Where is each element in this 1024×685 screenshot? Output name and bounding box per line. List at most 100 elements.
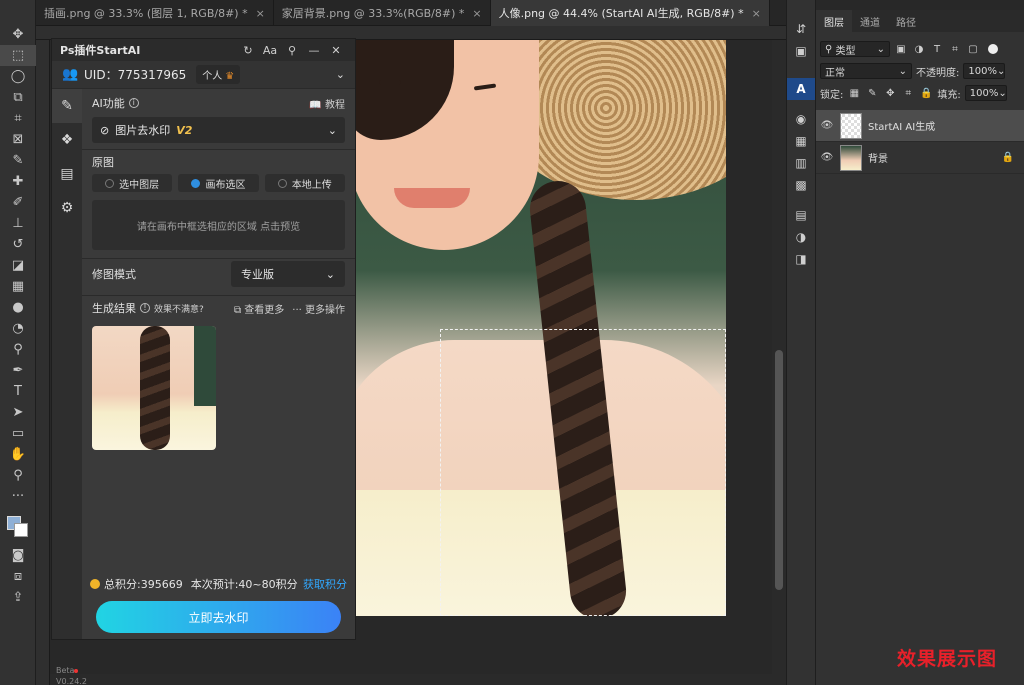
tab-paths[interactable]: 路径 [888, 10, 924, 32]
share-icon[interactable]: ⇪ [0, 587, 36, 608]
account-row[interactable]: 👥 UID：775317965 个人 ♛ ⌄ [52, 61, 355, 89]
horizontal-scrollbar[interactable] [50, 674, 772, 685]
pin-icon[interactable]: ⚲ [281, 44, 303, 57]
radio-local-upload[interactable]: 本地上传 [264, 174, 345, 192]
view-more-link[interactable]: ⧉ 查看更多 [234, 301, 284, 316]
filter-adjustment-icon[interactable]: ◑ [912, 44, 926, 55]
background-color-swatch[interactable] [14, 523, 28, 537]
marquee-selection[interactable] [440, 329, 726, 616]
feature-dropdown[interactable]: ⊘ 图片去水印 V2 ⌄ [92, 117, 345, 143]
lock-label: 锁定: [820, 89, 844, 101]
refresh-icon[interactable]: ↻ [237, 44, 259, 57]
layer-background[interactable]: 👁 背景 🔒 [816, 142, 1024, 174]
result-thumbnail[interactable] [92, 326, 216, 450]
more-tools-icon[interactable]: ··· [0, 486, 36, 507]
chevron-down-icon[interactable]: ⌄ [336, 68, 345, 81]
remove-watermark-button[interactable]: 立即去水印 [96, 601, 341, 633]
filter-smart-object-icon[interactable]: ▢ [966, 44, 980, 55]
lock-position-icon[interactable]: ✥ [883, 88, 897, 99]
properties-icon[interactable]: ◨ [787, 248, 815, 270]
libraries-icon[interactable]: ▤ [787, 204, 815, 226]
tools-panel: ✥ ⬚ ◯ ⧉ ⌗ ⊠ ✎ ✚ ✐ ⊥ ↺ ◪ ▦ ● ◔ ⚲ ✒ T ➤ ▭ … [0, 0, 36, 685]
layers-icon[interactable]: ❖ [52, 123, 82, 157]
swatches-icon[interactable]: ▦ [787, 130, 815, 152]
preview-area[interactable]: 请在画布中框选相应的区域 点击预览 [92, 200, 345, 250]
close-icon[interactable]: × [752, 7, 761, 20]
tab-home-background[interactable]: 家居背景.png @ 33.3%(RGB/8#) * × [274, 0, 491, 26]
close-icon[interactable]: × [256, 7, 265, 20]
gradients-icon[interactable]: ▥ [787, 152, 815, 174]
healing-brush-tool-icon[interactable]: ✚ [0, 171, 36, 192]
path-select-tool-icon[interactable]: ➤ [0, 402, 36, 423]
lock-transparent-icon[interactable]: ▦ [847, 88, 861, 99]
object-select-tool-icon[interactable]: ⧉ [0, 87, 36, 108]
lock-artboard-icon[interactable]: ⌗ [901, 88, 915, 99]
tab-channels[interactable]: 通道 [852, 10, 888, 32]
radio-selected-layer[interactable]: 选中图层 [92, 174, 173, 192]
color-palette-icon[interactable]: ◉ [787, 108, 815, 130]
filter-shape-icon[interactable]: ⌗ [948, 44, 962, 55]
frame-tool-icon[interactable]: ⊠ [0, 129, 36, 150]
adjustments-icon[interactable]: ◑ [787, 226, 815, 248]
eyedropper-tool-icon[interactable]: ✎ [0, 150, 36, 171]
gear-icon[interactable]: ⚙ [52, 191, 82, 225]
dodge-tool-icon[interactable]: ◔ [0, 318, 36, 339]
chevron-down-icon: ⌄ [998, 87, 1007, 99]
vertical-scrollbar[interactable] [772, 40, 786, 685]
font-icon[interactable]: Aa [259, 44, 281, 57]
smudge-tool-icon[interactable]: ⚲ [0, 339, 36, 360]
screen-mode-icon[interactable]: ⧈ [0, 566, 36, 587]
fill-input[interactable]: 100% ⌄ [964, 85, 1007, 101]
brush-tool-icon[interactable]: ✐ [0, 192, 36, 213]
document-icon[interactable]: ▤ [52, 157, 82, 191]
quick-mask-icon[interactable]: ◙ [0, 545, 36, 566]
startai-plugin-icon[interactable]: A [787, 78, 815, 100]
gradient-tool-icon[interactable]: ▦ [0, 276, 36, 297]
eye-icon[interactable]: 👁 [820, 120, 834, 131]
radio-canvas-selection[interactable]: 画布选区 [178, 174, 259, 192]
tab-illustration[interactable]: 插画.png @ 33.3% (图层 1, RGB/8#) * × [36, 0, 274, 26]
blend-mode-select[interactable]: 正常 ⌄ [820, 63, 912, 79]
history-icon[interactable]: ⇵ [787, 18, 815, 40]
hand-tool-icon[interactable]: ✋ [0, 444, 36, 465]
opacity-input[interactable]: 100% ⌄ [963, 63, 1006, 79]
pen-tool-icon[interactable]: ✒ [0, 360, 36, 381]
history-brush-tool-icon[interactable]: ↺ [0, 234, 36, 255]
rectangle-tool-icon[interactable]: ▭ [0, 423, 36, 444]
layer-thumbnail [840, 112, 862, 139]
lasso-tool-icon[interactable]: ◯ [0, 66, 36, 87]
type-tool-icon[interactable]: T [0, 381, 36, 402]
lock-all-icon[interactable]: 🔒 [919, 88, 933, 99]
scrollbar-thumb[interactable] [775, 350, 783, 590]
uid-label: UID：775317965 [84, 68, 187, 82]
eraser-tool-icon[interactable]: ◪ [0, 255, 36, 276]
filter-type-icon[interactable]: T [930, 44, 944, 55]
mode-dropdown[interactable]: 专业版 ⌄ [231, 261, 345, 287]
move-tool-icon[interactable]: ✥ [0, 24, 36, 45]
more-actions-link[interactable]: ··· 更多操作 [292, 301, 345, 316]
patterns-icon[interactable]: ▩ [787, 174, 815, 196]
tab-layers[interactable]: 图层 [816, 10, 852, 32]
filter-pixel-icon[interactable]: ▣ [894, 44, 908, 55]
stamp-tool-icon[interactable]: ⊥ [0, 213, 36, 234]
comment-icon[interactable]: ▣ [787, 40, 815, 62]
blur-tool-icon[interactable]: ● [0, 297, 36, 318]
feedback-link[interactable]: 效果不满意? [154, 302, 204, 315]
info-icon[interactable]: ! [140, 303, 150, 313]
layer-startai[interactable]: 👁 StartAI AI生成 [816, 110, 1024, 142]
tab-portrait[interactable]: 人像.png @ 44.4% (StartAI AI生成, RGB/8#) * … [490, 0, 770, 26]
tutorial-link[interactable]: 📖 教程 [309, 96, 345, 111]
info-icon[interactable]: i [128, 98, 139, 108]
close-icon[interactable]: × [472, 7, 481, 20]
marquee-tool-icon[interactable]: ⬚ [0, 45, 36, 66]
filter-toggle[interactable] [988, 44, 998, 54]
lock-pixels-icon[interactable]: ✎ [865, 88, 879, 99]
minimize-icon[interactable]: — [303, 44, 325, 57]
eye-icon[interactable]: 👁 [820, 152, 834, 163]
zoom-tool-icon[interactable]: ⚲ [0, 465, 36, 486]
get-points-link[interactable]: 获取积分 [303, 576, 347, 592]
close-icon[interactable]: ✕ [325, 44, 347, 57]
crop-tool-icon[interactable]: ⌗ [0, 108, 36, 129]
filter-kind-select[interactable]: ⚲ 类型 ⌄ [820, 41, 890, 57]
edit-icon[interactable]: ✎ [52, 89, 82, 123]
